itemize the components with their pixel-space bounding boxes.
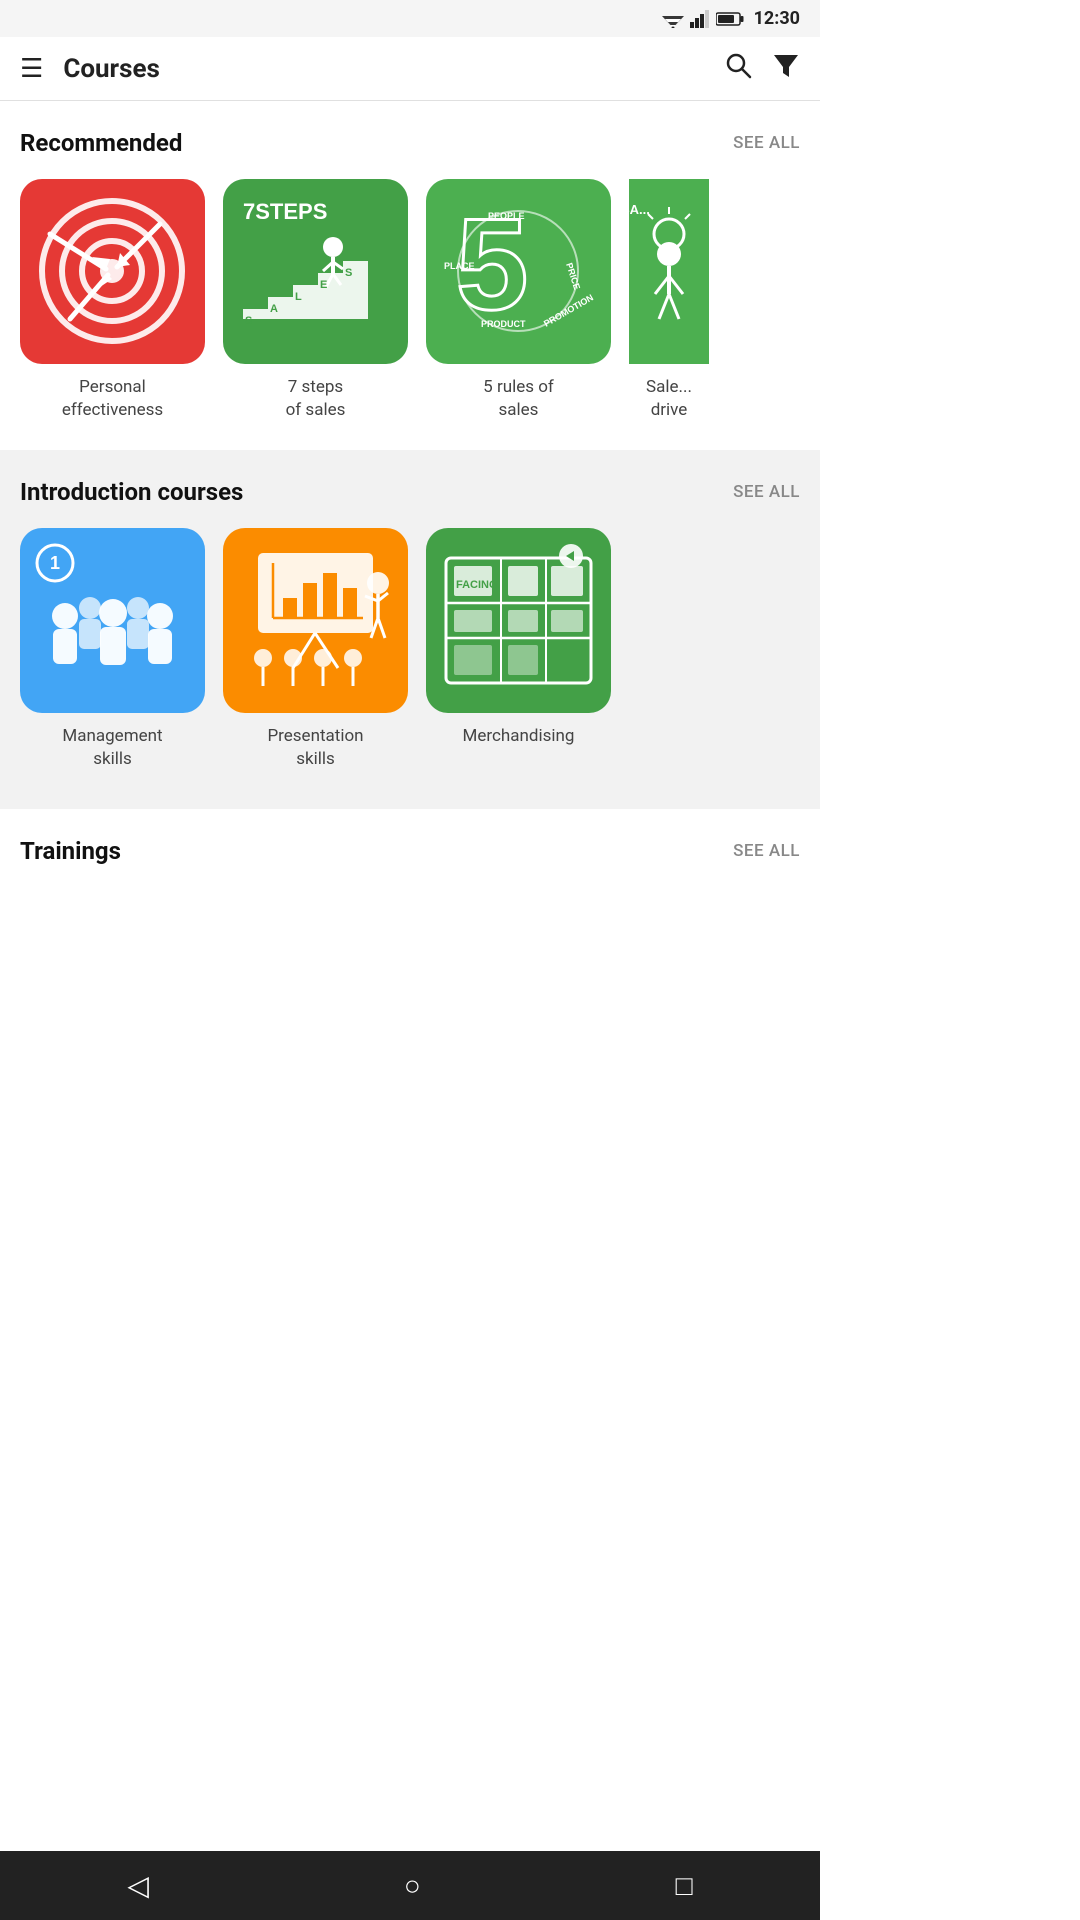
card-label-steps: 7 stepsof sales <box>286 376 346 422</box>
svg-text:FACING: FACING <box>456 579 498 591</box>
svg-text:S: S <box>345 267 352 279</box>
back-button[interactable]: ◁ <box>127 1869 149 1902</box>
svg-text:L: L <box>295 291 302 303</box>
card-image-merchandising: FACING <box>426 528 611 713</box>
status-icons <box>662 10 744 28</box>
card-image-salesd: NEW SA... <box>629 179 709 364</box>
battery-icon <box>716 11 744 27</box>
svg-text:NEW SA...: NEW SA... <box>629 202 649 217</box>
svg-text:7STEPS: 7STEPS <box>243 199 327 224</box>
app-header: ☰ Courses <box>0 37 820 101</box>
recommended-title: Recommended <box>20 129 182 157</box>
introduction-header: Introduction courses SEE ALL <box>20 478 800 506</box>
recommended-header: Recommended SEE ALL <box>20 129 800 157</box>
svg-text:PROMOTION: PROMOTION <box>542 292 595 328</box>
signal-icon <box>690 10 710 28</box>
introduction-section: Introduction courses SEE ALL 1 <box>0 450 820 809</box>
svg-text:S: S <box>245 315 252 327</box>
trainings-header: Trainings SEE ALL <box>20 837 800 865</box>
svg-text:A: A <box>270 303 278 315</box>
card-image-personal <box>20 179 205 364</box>
trainings-see-all[interactable]: SEE ALL <box>733 841 800 861</box>
course-card-management[interactable]: 1 Managements <box>20 528 205 771</box>
course-card-personal[interactable]: Personaleffectiveness <box>20 179 205 422</box>
svg-text:E: E <box>320 279 327 291</box>
introduction-title: Introduction courses <box>20 478 243 506</box>
card-label-personal: Personaleffectiveness <box>62 376 163 422</box>
recommended-cards: Personaleffectiveness <box>20 179 800 430</box>
svg-text:PRODUCT: PRODUCT <box>481 319 526 329</box>
home-button[interactable]: ○ <box>404 1869 421 1902</box>
course-card-presentation[interactable]: Presentationskills <box>223 528 408 771</box>
course-card-salesd[interactable]: NEW SA... Sale...drive <box>629 179 709 422</box>
filter-button[interactable] <box>772 51 800 86</box>
recent-button[interactable]: □ <box>676 1869 693 1902</box>
header-actions <box>724 51 800 86</box>
svg-text:1: 1 <box>50 553 60 573</box>
introduction-cards: 1 Managements <box>20 528 800 779</box>
recommended-section: Recommended SEE ALL <box>0 101 820 450</box>
introduction-see-all[interactable]: SEE ALL <box>733 482 800 502</box>
card-label-rules: 5 rules ofsales <box>483 376 554 422</box>
card-image-presentation <box>223 528 408 713</box>
course-card-merchandising[interactable]: FACING Merchandising <box>426 528 611 771</box>
page-title: Courses <box>63 54 724 84</box>
card-image-steps: 7STEPS S A L E S <box>223 179 408 364</box>
trainings-section: Trainings SEE ALL <box>0 809 820 967</box>
search-button[interactable] <box>724 51 752 86</box>
card-image-management: 1 <box>20 528 205 713</box>
course-card-rules[interactable]: 5 PEOPLE PRICE PLACE PRODUCT PROMOTION 5… <box>426 179 611 422</box>
card-label-presentation: Presentationskills <box>267 725 363 771</box>
navigation-bar: ◁ ○ □ <box>0 1851 820 1920</box>
svg-text:PLACE: PLACE <box>444 261 475 271</box>
svg-text:PEOPLE: PEOPLE <box>488 211 525 221</box>
svg-text:PRICE: PRICE <box>564 262 582 291</box>
card-label-management: Managementskills <box>62 725 162 771</box>
card-label-salesd: Sale...drive <box>646 376 692 422</box>
card-image-rules: 5 PEOPLE PRICE PLACE PRODUCT PROMOTION <box>426 179 611 364</box>
status-time: 12:30 <box>754 8 800 29</box>
wifi-icon <box>662 10 684 28</box>
course-card-steps[interactable]: 7STEPS S A L E S 7 stepsof sales <box>223 179 408 422</box>
status-bar: 12:30 <box>0 0 820 37</box>
card-label-merchandising: Merchandising <box>463 725 575 748</box>
recommended-see-all[interactable]: SEE ALL <box>733 133 800 153</box>
trainings-title: Trainings <box>20 837 121 865</box>
menu-button[interactable]: ☰ <box>20 54 43 84</box>
